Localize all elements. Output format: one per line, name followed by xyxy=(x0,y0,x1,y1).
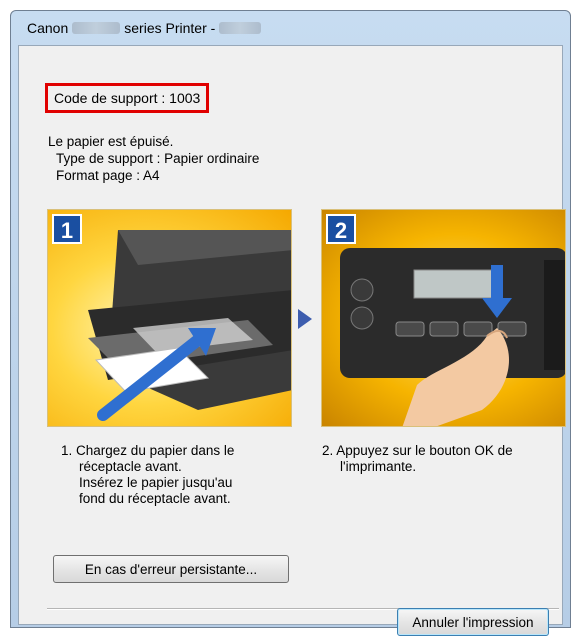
step-2-caption-line-2: l'imprimante. xyxy=(340,459,417,474)
error-message: Le papier est épuisé. Type de support : … xyxy=(48,133,259,184)
printer-panel-ok-illustration xyxy=(340,248,565,426)
step-1-caption-line-2: réceptacle avant. xyxy=(79,459,182,474)
step-2-caption-number: 2. xyxy=(322,443,334,458)
support-code-box: Code de support : 1003 xyxy=(45,83,210,113)
step-1-caption: 1. Chargez du papier dans le réceptacle … xyxy=(61,443,291,507)
step-1-caption-line-3: Insérez le papier jusqu'au xyxy=(79,475,233,490)
step-2-badge: 2 xyxy=(326,214,356,244)
printer-front-tray-illustration xyxy=(88,230,291,421)
redacted-model-name xyxy=(72,22,121,34)
step-1-caption-line-1: Chargez du papier dans le xyxy=(76,443,235,458)
support-code-text: Code de support : 1003 xyxy=(54,90,201,106)
step-2-caption-line-1: Appuyez sur le bouton OK de xyxy=(336,443,513,458)
dialog-content: Code de support : 1003 Le papier est épu… xyxy=(18,45,566,625)
message-line-3: Format page : A4 xyxy=(56,168,160,183)
title-middle: series Printer - xyxy=(124,20,216,36)
step-2-caption: 2. Appuyez sur le bouton OK de l'imprima… xyxy=(322,443,552,475)
message-line-2: Type de support : Papier ordinaire xyxy=(56,151,260,166)
printer-error-dialog: Canon series Printer - Code de support :… xyxy=(10,10,571,628)
title-prefix: Canon xyxy=(27,20,69,36)
step-1-badge: 1 xyxy=(52,214,82,244)
step-1-illustration: 1 xyxy=(47,209,292,427)
title-bar[interactable]: Canon series Printer - xyxy=(11,11,570,45)
step-1-caption-line-4: fond du réceptacle avant. xyxy=(79,491,231,506)
persistent-error-button[interactable]: En cas d'erreur persistante... xyxy=(53,555,289,583)
step-2-illustration: 2 xyxy=(321,209,566,427)
step-1-caption-number: 1. xyxy=(61,443,73,458)
next-step-arrow-icon xyxy=(298,309,312,329)
redacted-printer-id xyxy=(219,22,262,34)
message-line-1: Le papier est épuisé. xyxy=(48,134,174,149)
